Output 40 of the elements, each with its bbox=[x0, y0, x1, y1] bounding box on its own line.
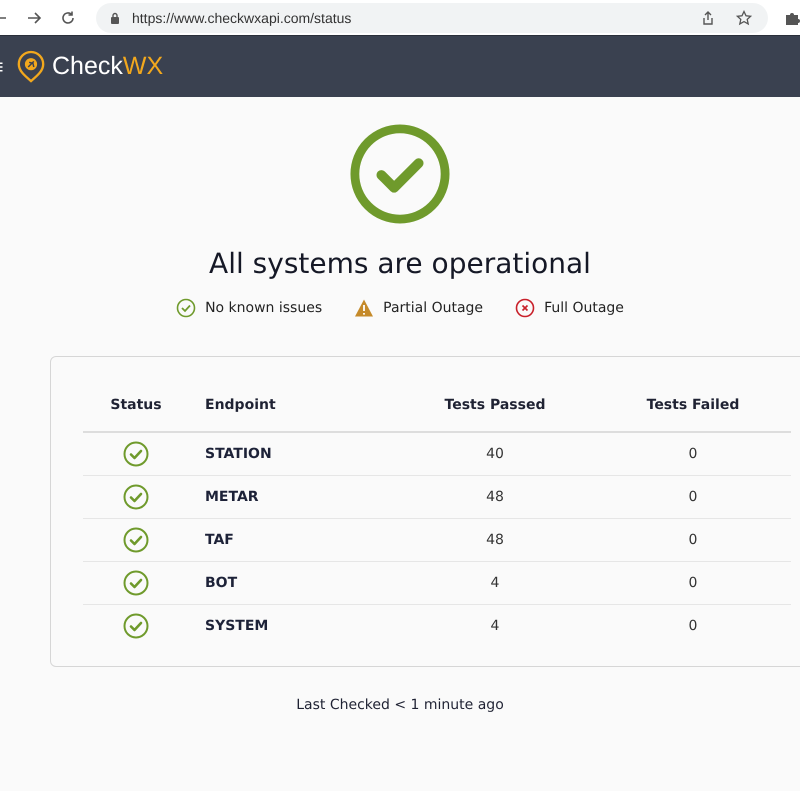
column-header: Endpoint bbox=[205, 397, 276, 413]
tests-passed-count: 40 bbox=[486, 446, 504, 462]
pin-plane-logo-icon bbox=[16, 50, 46, 84]
status-heading: All systems are operational bbox=[209, 247, 591, 280]
brand-name[interactable]: CheckWX bbox=[52, 52, 164, 81]
tests-failed-count: 0 bbox=[688, 532, 698, 548]
tests-passed-count: 4 bbox=[490, 575, 500, 591]
reload-icon[interactable] bbox=[60, 10, 76, 26]
x-circle-icon bbox=[515, 298, 536, 318]
endpoint-name: BOT bbox=[205, 575, 238, 591]
tests-failed-count: 0 bbox=[688, 618, 698, 634]
column-header: Tests Passed bbox=[444, 397, 546, 413]
last-checked-text: Last Checked < 1 minute ago bbox=[296, 697, 504, 713]
check-circle-icon bbox=[176, 298, 196, 318]
column-header: Status bbox=[110, 397, 162, 413]
check-circle-icon bbox=[123, 484, 149, 510]
tests-failed-count: 0 bbox=[688, 575, 698, 591]
warning-icon bbox=[354, 298, 374, 318]
forward-arrow-icon[interactable] bbox=[26, 10, 42, 26]
endpoint-name: METAR bbox=[205, 489, 259, 505]
endpoint-name: STATION bbox=[205, 446, 272, 462]
check-circle-icon bbox=[123, 570, 149, 596]
endpoint-name: SYSTEM bbox=[205, 618, 268, 634]
check-circle-icon bbox=[123, 613, 149, 639]
check-circle-icon bbox=[123, 441, 149, 467]
tests-failed-count: 0 bbox=[688, 489, 698, 505]
endpoint-name: TAF bbox=[205, 532, 234, 548]
column-header: Tests Failed bbox=[646, 397, 740, 413]
legend-label: Partial Outage bbox=[383, 300, 484, 316]
star-icon[interactable] bbox=[736, 10, 752, 26]
tests-passed-count: 48 bbox=[486, 532, 504, 548]
tests-failed-count: 0 bbox=[688, 446, 698, 462]
check-circle-icon bbox=[349, 123, 451, 225]
address-bar[interactable]: https://www.checkwxapi.com/status bbox=[96, 2, 768, 32]
check-circle-icon bbox=[123, 527, 149, 553]
legend-label: No known issues bbox=[205, 300, 322, 316]
legend-label: Full Outage bbox=[544, 300, 624, 316]
lock-icon bbox=[110, 12, 120, 24]
tests-passed-count: 4 bbox=[490, 618, 500, 634]
tests-passed-count: 48 bbox=[486, 489, 504, 505]
